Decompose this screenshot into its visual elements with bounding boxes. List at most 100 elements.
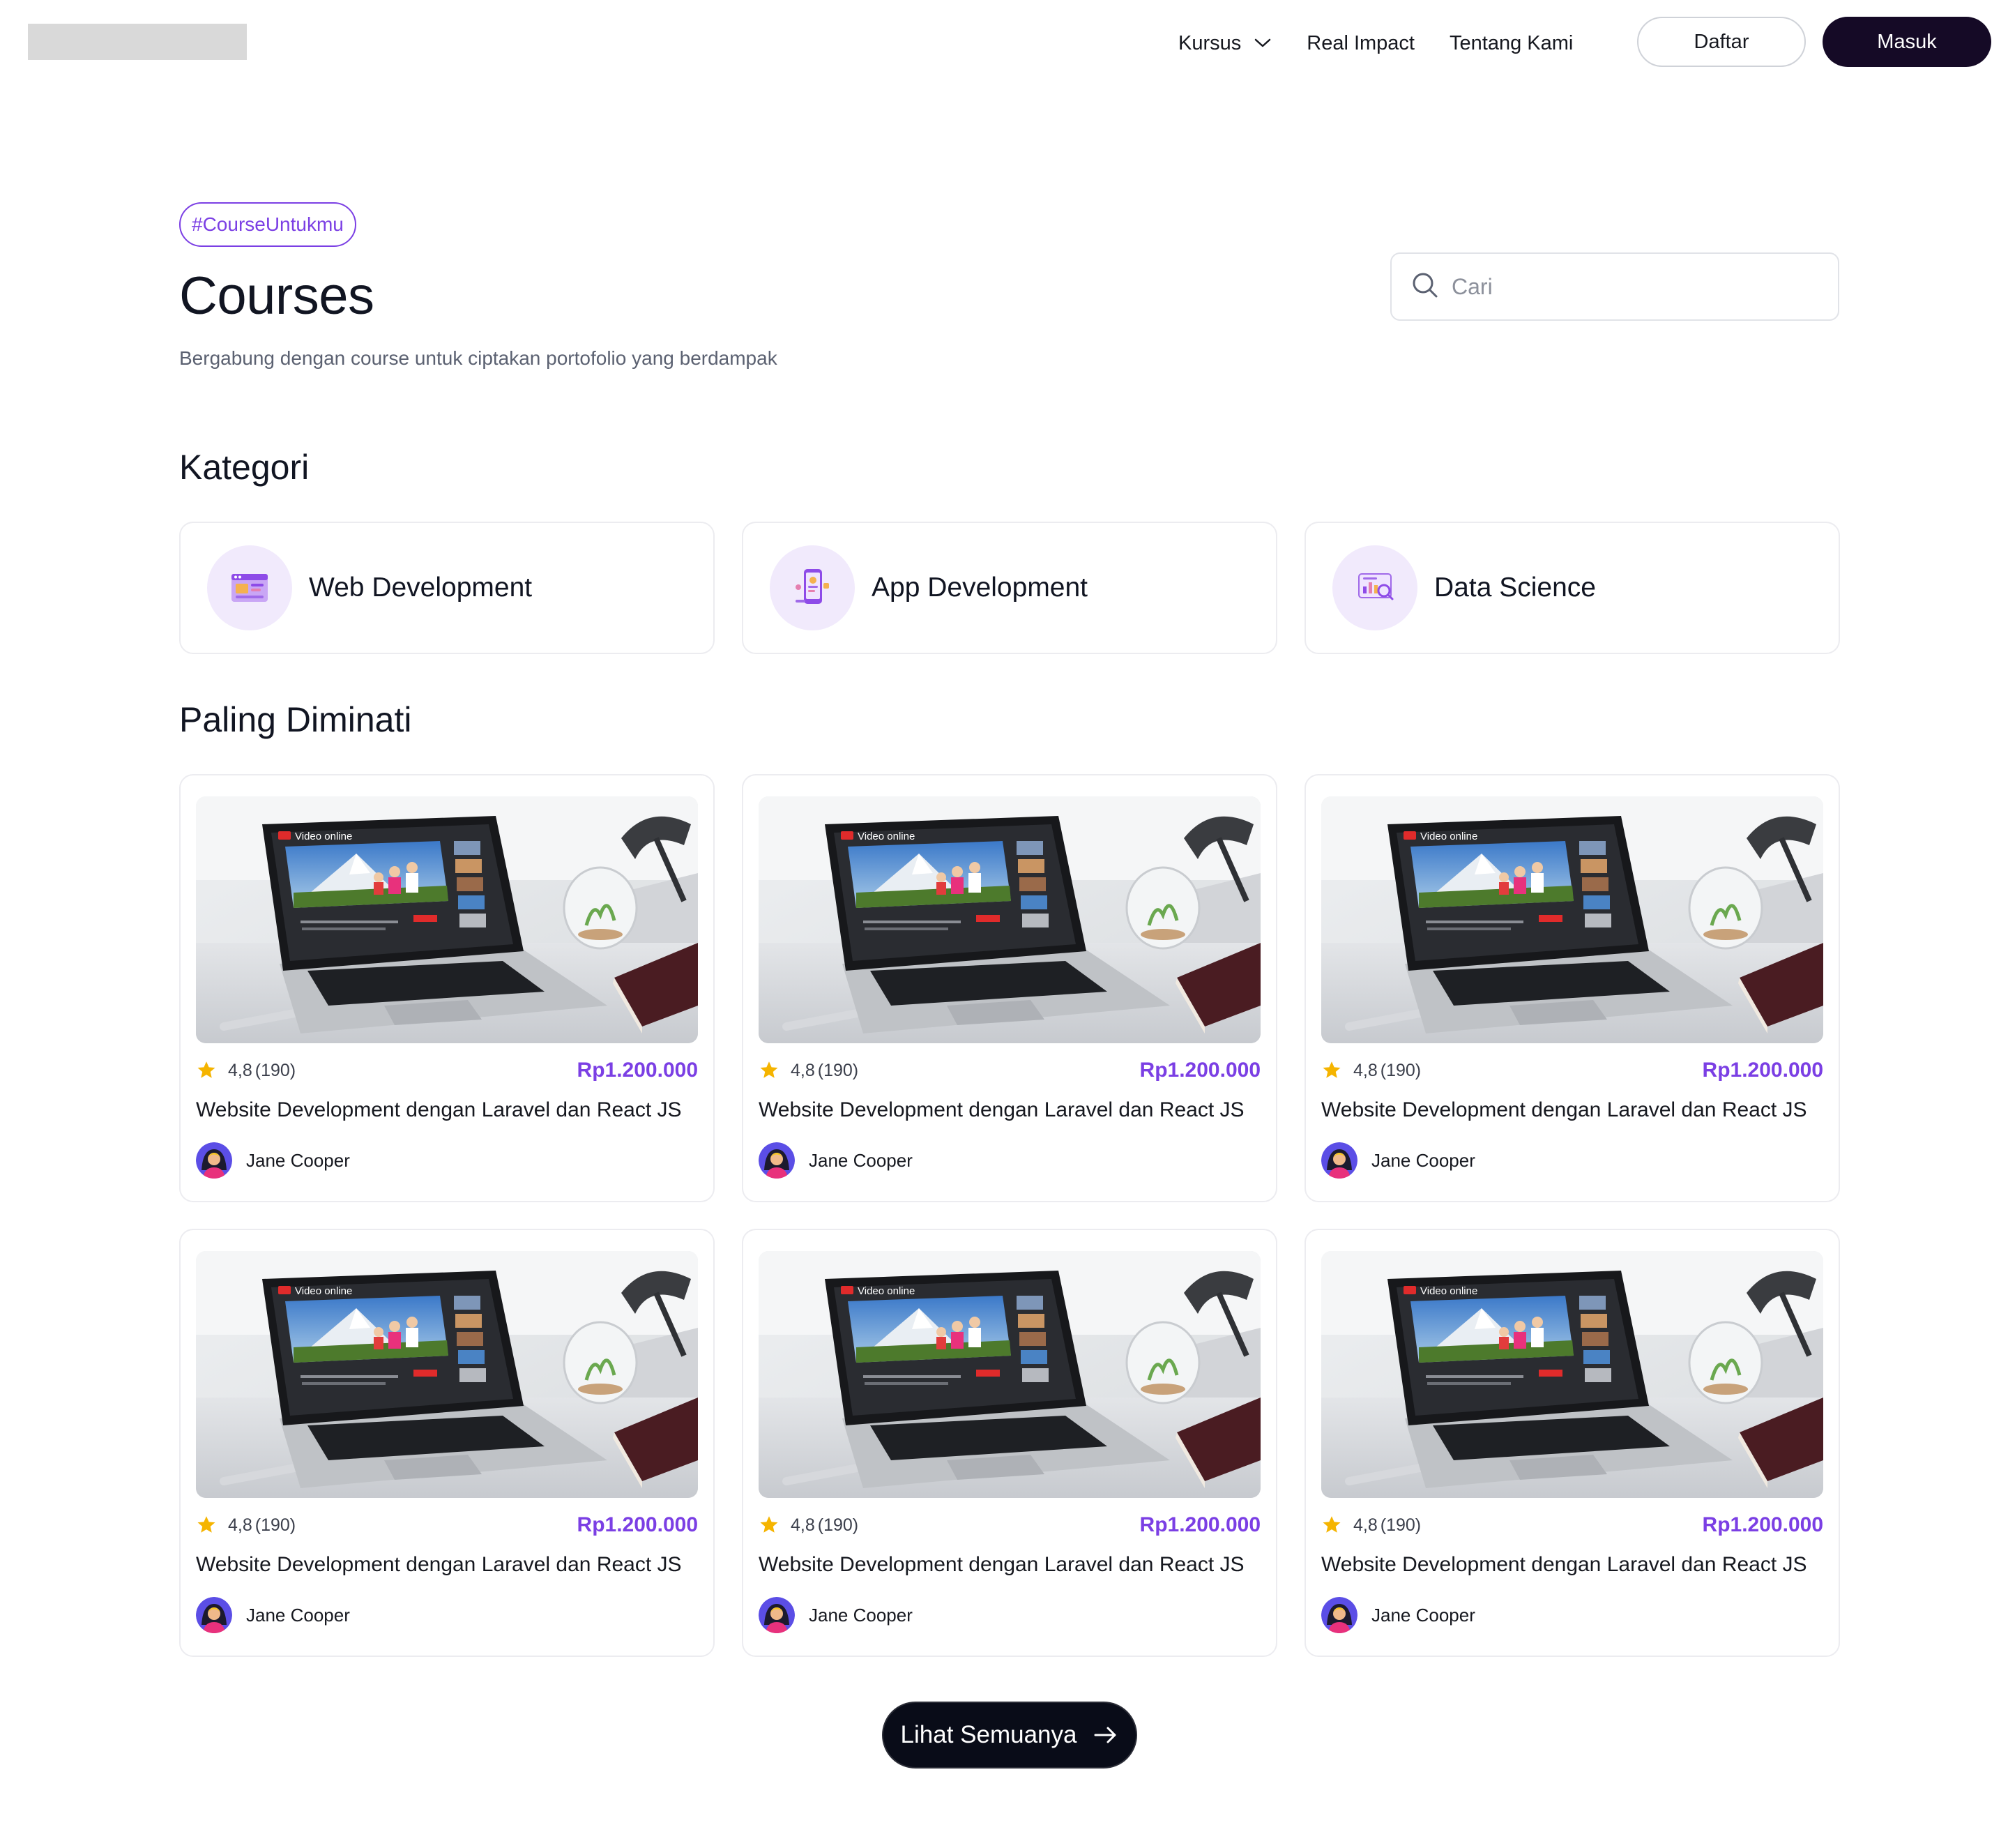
course-author: Jane Cooper xyxy=(759,1597,1261,1633)
review-count: (190) xyxy=(1380,1060,1422,1080)
avatar xyxy=(1321,1597,1357,1633)
thumbnail-label: Video online xyxy=(858,831,915,842)
popular-heading: Paling Diminati xyxy=(179,700,412,739)
star-icon xyxy=(760,1516,778,1533)
register-button[interactable]: Daftar xyxy=(1637,17,1806,67)
thumbnail-label: Video online xyxy=(295,831,352,842)
thumbnail-label: Video online xyxy=(295,1285,352,1297)
author-name: Jane Cooper xyxy=(1371,1149,1475,1171)
course-rating: 4,8 (190) xyxy=(759,1515,858,1536)
thumbnail-label: Video online xyxy=(1420,1285,1477,1297)
rating-value: 4,8 xyxy=(228,1060,252,1080)
review-count: (190) xyxy=(254,1515,296,1535)
rating-value: 4,8 xyxy=(1353,1515,1378,1535)
review-count: (190) xyxy=(1380,1515,1422,1535)
thumbnail-label: Video online xyxy=(858,1285,915,1297)
rating-value: 4,8 xyxy=(1353,1060,1378,1080)
category-data-science[interactable]: Data Science xyxy=(1305,522,1840,654)
author-name: Jane Cooper xyxy=(809,1604,913,1626)
author-name: Jane Cooper xyxy=(809,1149,913,1171)
course-thumbnail: Video online xyxy=(759,796,1261,1043)
page-title: Courses xyxy=(179,266,374,326)
course-author: Jane Cooper xyxy=(196,1142,698,1179)
star-icon xyxy=(760,1061,778,1078)
course-card[interactable]: Video online 4,8 (190) Rp1.200.000 Websi… xyxy=(179,774,715,1202)
category-app-development[interactable]: App Development xyxy=(742,522,1277,654)
course-meta: 4,8 (190) Rp1.200.000 xyxy=(759,1512,1261,1538)
data-science-icon xyxy=(1332,545,1417,630)
course-meta: 4,8 (190) Rp1.200.000 xyxy=(196,1512,698,1538)
category-label: App Development xyxy=(872,573,1088,603)
course-price: Rp1.200.000 xyxy=(1139,1059,1261,1082)
avatar xyxy=(759,1597,795,1633)
page-subtitle: Bergabung dengan course untuk ciptakan p… xyxy=(179,347,777,369)
course-rating: 4,8 (190) xyxy=(196,1060,296,1081)
search-box[interactable] xyxy=(1390,252,1839,321)
course-rating: 4,8 (190) xyxy=(759,1060,858,1081)
category-label: Data Science xyxy=(1434,573,1596,603)
course-thumbnail: Video online xyxy=(759,1251,1261,1498)
course-card[interactable]: Video online 4,8 (190) Rp1.200.000 Websi… xyxy=(179,1229,715,1657)
course-thumbnail: Video online xyxy=(1321,796,1823,1043)
course-title[interactable]: Website Development dengan Laravel dan R… xyxy=(1321,1551,1823,1579)
web-development-icon xyxy=(207,545,292,630)
course-card[interactable]: Video online 4,8 (190) Rp1.200.000 Websi… xyxy=(1305,1229,1840,1657)
review-count: (190) xyxy=(817,1060,859,1080)
avatar xyxy=(196,1142,232,1179)
author-name: Jane Cooper xyxy=(246,1604,350,1626)
course-title[interactable]: Website Development dengan Laravel dan R… xyxy=(1321,1096,1823,1124)
search-input[interactable] xyxy=(1452,273,1828,300)
nav-item-label: Kursus xyxy=(1178,31,1242,54)
course-price: Rp1.200.000 xyxy=(1702,1059,1823,1082)
course-title[interactable]: Website Development dengan Laravel dan R… xyxy=(196,1096,698,1124)
category-label: Web Development xyxy=(309,573,533,603)
search-icon xyxy=(1411,271,1439,303)
course-author: Jane Cooper xyxy=(1321,1142,1823,1179)
star-icon xyxy=(1323,1516,1341,1533)
star-icon xyxy=(197,1516,215,1533)
course-meta: 4,8 (190) Rp1.200.000 xyxy=(196,1057,698,1084)
star-icon xyxy=(1323,1061,1341,1078)
course-title[interactable]: Website Development dengan Laravel dan R… xyxy=(759,1096,1261,1124)
see-all-button[interactable]: Lihat Semuanya xyxy=(882,1702,1137,1769)
nav-item-tentang-kami[interactable]: Tentang Kami xyxy=(1450,32,1573,55)
course-author: Jane Cooper xyxy=(196,1597,698,1633)
course-rating: 4,8 (190) xyxy=(196,1515,296,1536)
chevron-down-icon xyxy=(1254,38,1272,49)
nav-item-label: Real Impact xyxy=(1307,31,1415,54)
rating-value: 4,8 xyxy=(228,1515,252,1535)
thumbnail-label: Video online xyxy=(1420,831,1477,842)
review-count: (190) xyxy=(817,1515,859,1535)
category-list: Web Development App Development Data Sci… xyxy=(179,522,1840,654)
rating-value: 4,8 xyxy=(791,1060,815,1080)
navbar: Kursus Real Impact Tentang Kami Daftar M… xyxy=(0,0,2008,86)
course-title[interactable]: Website Development dengan Laravel dan R… xyxy=(196,1551,698,1579)
course-price: Rp1.200.000 xyxy=(1702,1513,1823,1536)
course-price: Rp1.200.000 xyxy=(1139,1513,1261,1536)
review-count: (190) xyxy=(254,1060,296,1080)
author-name: Jane Cooper xyxy=(246,1149,350,1171)
course-card[interactable]: Video online 4,8 (190) Rp1.200.000 Websi… xyxy=(742,1229,1277,1657)
category-web-development[interactable]: Web Development xyxy=(179,522,715,654)
hashtag-badge: #CourseUntukmu xyxy=(179,202,356,247)
course-rating: 4,8 (190) xyxy=(1321,1060,1421,1081)
rating-value: 4,8 xyxy=(791,1515,815,1535)
course-thumbnail: Video online xyxy=(1321,1251,1823,1498)
arrow-right-icon xyxy=(1094,1727,1116,1743)
course-meta: 4,8 (190) Rp1.200.000 xyxy=(1321,1512,1823,1538)
nav-item-real-impact[interactable]: Real Impact xyxy=(1307,32,1415,55)
avatar xyxy=(196,1597,232,1633)
see-all-label: Lihat Semuanya xyxy=(900,1721,1077,1748)
course-author: Jane Cooper xyxy=(759,1142,1261,1179)
course-title[interactable]: Website Development dengan Laravel dan R… xyxy=(759,1551,1261,1579)
course-rating: 4,8 (190) xyxy=(1321,1515,1421,1536)
logo-placeholder[interactable] xyxy=(28,24,247,60)
course-meta: 4,8 (190) Rp1.200.000 xyxy=(759,1057,1261,1084)
course-card[interactable]: Video online 4,8 (190) Rp1.200.000 Websi… xyxy=(742,774,1277,1202)
login-button[interactable]: Masuk xyxy=(1823,17,1991,67)
nav-links: Kursus Real Impact Tentang Kami xyxy=(1178,28,1573,59)
course-card[interactable]: Video online 4,8 (190) Rp1.200.000 Websi… xyxy=(1305,774,1840,1202)
course-price: Rp1.200.000 xyxy=(577,1059,698,1082)
nav-item-kursus[interactable]: Kursus xyxy=(1178,32,1272,55)
avatar xyxy=(759,1142,795,1179)
